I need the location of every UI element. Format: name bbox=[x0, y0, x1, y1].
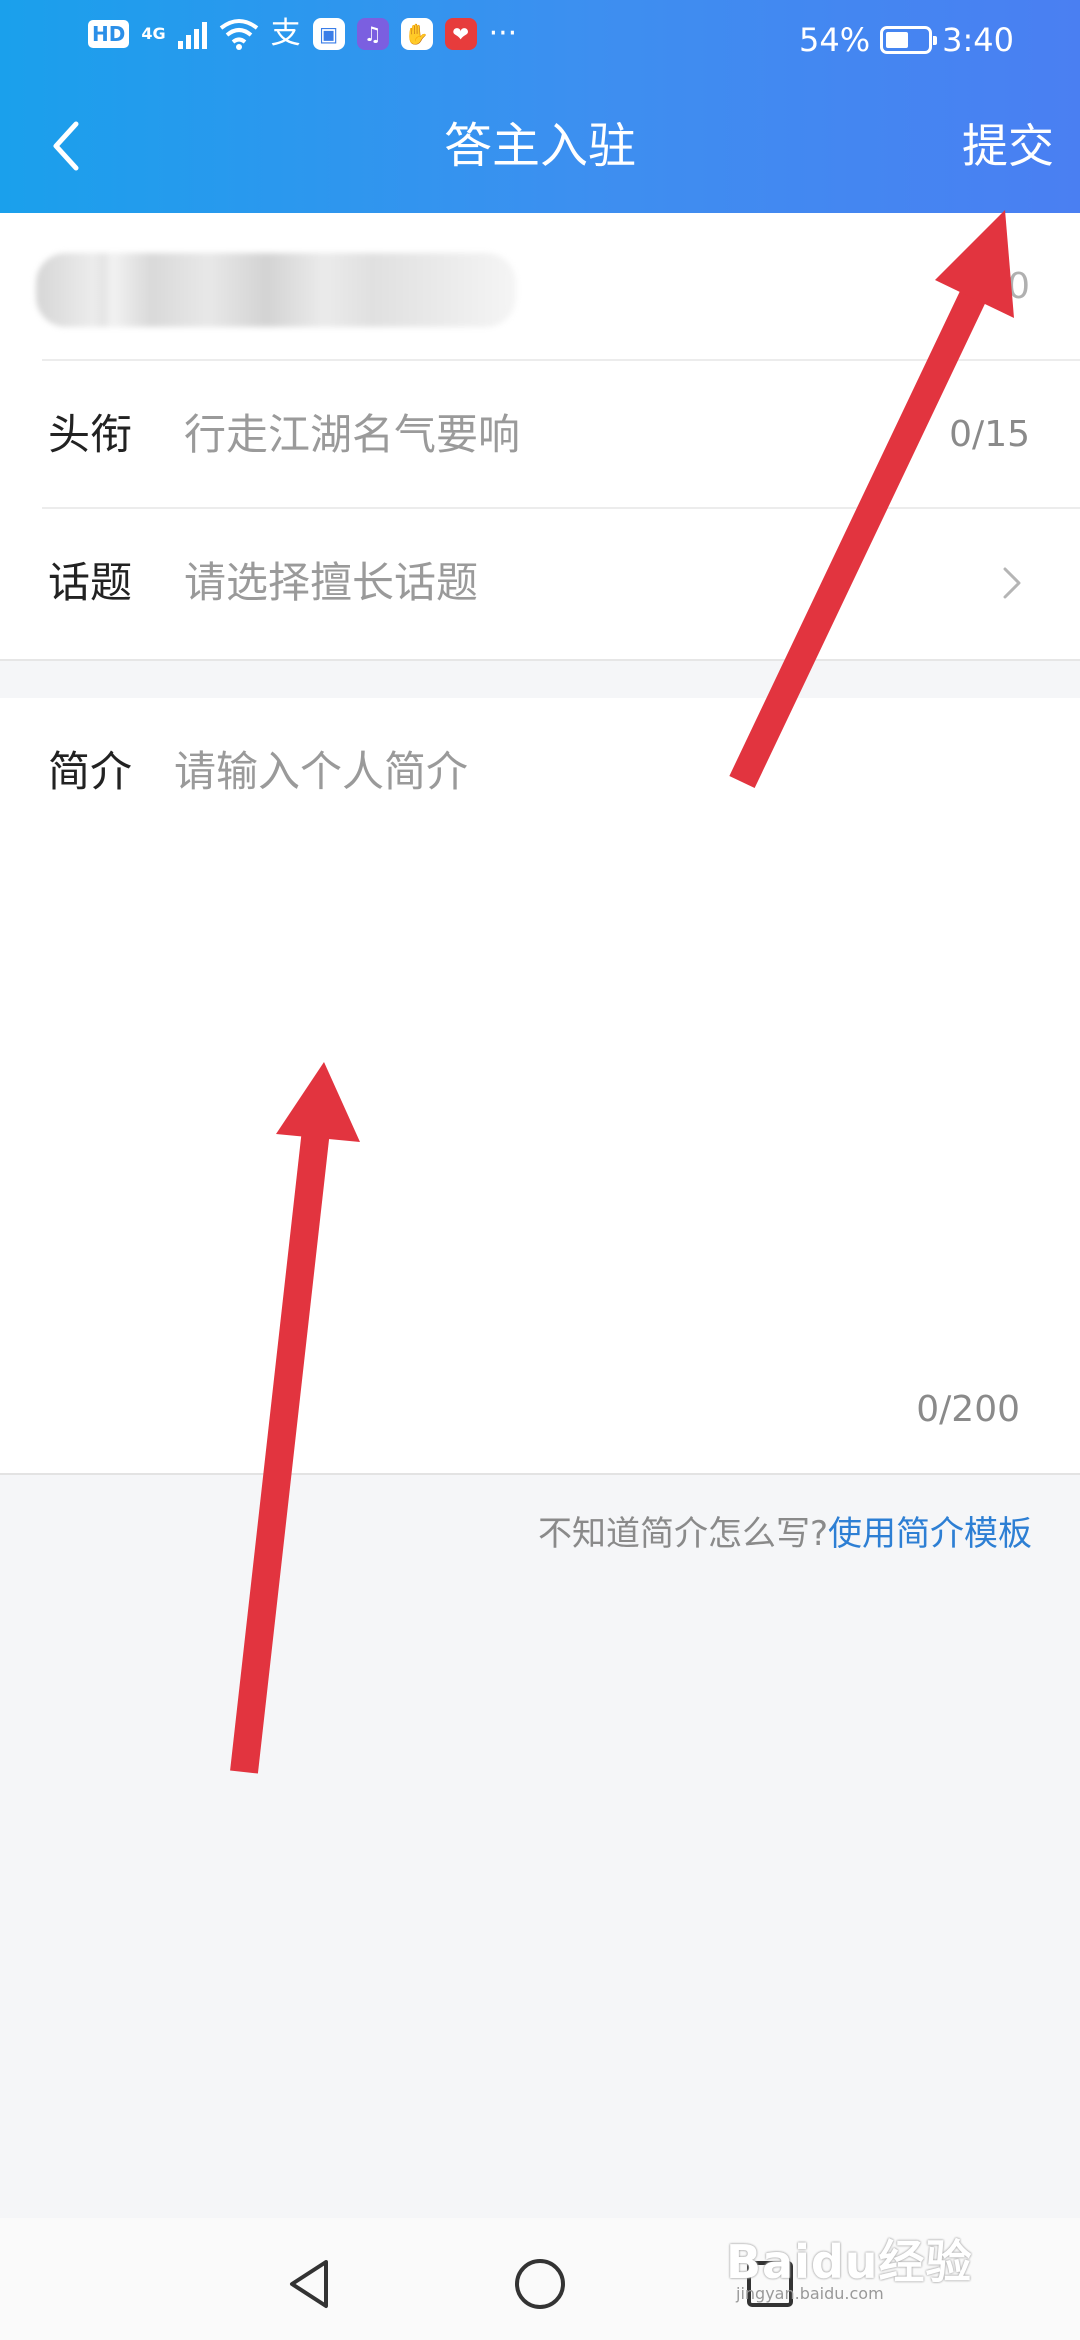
topic-select[interactable] bbox=[184, 551, 924, 615]
watermark-text: Baidu经验 bbox=[726, 2235, 973, 2289]
pinduoduo-icon: ❤ bbox=[444, 18, 477, 50]
hd-icon: HD bbox=[88, 20, 130, 48]
name-row[interactable]: 10 bbox=[0, 213, 1080, 361]
status-bar: HD 4G 支 ▣ ♫ ✋ ❤ ··· 54% 3:40 bbox=[0, 0, 1080, 80]
template-question: 不知道简介怎么写? bbox=[537, 1514, 828, 1554]
network-type: 4G bbox=[141, 24, 166, 43]
profile-form: 10 头衔 0/15 话题 bbox=[0, 213, 1080, 661]
wifi-icon bbox=[219, 19, 258, 50]
name-counter: 10 bbox=[984, 266, 1030, 307]
template-hint: 不知道简介怎么写?使用简介模板 bbox=[538, 1508, 1032, 1560]
huawei-app-icon: ▣ bbox=[312, 18, 345, 50]
submit-button[interactable]: 提交 bbox=[962, 114, 1054, 178]
status-icons-left: HD 4G 支 ▣ ♫ ✋ ❤ ··· bbox=[88, 18, 517, 50]
baidu-watermark: Baidu经验 jingyan.baidu.com bbox=[726, 2198, 1036, 2316]
page-title: 答主入驻 bbox=[443, 118, 636, 174]
chevron-right-icon bbox=[1003, 567, 1021, 599]
more-notifications-icon: ··· bbox=[488, 16, 518, 51]
clock: 3:40 bbox=[942, 21, 1014, 59]
battery-percent: 54% bbox=[799, 21, 871, 59]
title-counter: 0/15 bbox=[949, 414, 1030, 455]
title-row: 头衔 0/15 bbox=[0, 361, 1080, 509]
bio-textarea[interactable] bbox=[174, 740, 1014, 1340]
battery-icon bbox=[880, 26, 938, 54]
bio-counter: 0/200 bbox=[916, 1389, 1020, 1430]
battery-level bbox=[886, 32, 909, 48]
title-label: 头衔 bbox=[48, 410, 133, 459]
topic-label: 话题 bbox=[48, 558, 133, 607]
bio-label: 简介 bbox=[48, 747, 133, 796]
watermark-url: jingyan.baidu.com bbox=[736, 2284, 884, 2303]
app-header: HD 4G 支 ▣ ♫ ✋ ❤ ··· 54% 3:40 答主入驻 提交 bbox=[0, 0, 1080, 213]
title-input[interactable] bbox=[184, 403, 924, 467]
nav-back-icon[interactable] bbox=[282, 2256, 338, 2312]
nav-home-icon[interactable] bbox=[512, 2256, 568, 2312]
hand-app-icon: ✋ bbox=[400, 18, 433, 50]
topic-row[interactable]: 话题 bbox=[0, 509, 1080, 657]
signal-icon bbox=[177, 19, 207, 49]
use-template-link[interactable]: 使用简介模板 bbox=[828, 1514, 1032, 1554]
bio-section: 简介 0/200 bbox=[0, 698, 1080, 1475]
blurred-name bbox=[36, 253, 516, 327]
alipay-icon: 支 bbox=[270, 16, 301, 51]
music-app-icon: ♫ bbox=[356, 18, 389, 50]
nav-bar: 答主入驻 提交 bbox=[0, 80, 1080, 213]
status-icons-right: 54% 3:40 bbox=[799, 18, 1014, 62]
